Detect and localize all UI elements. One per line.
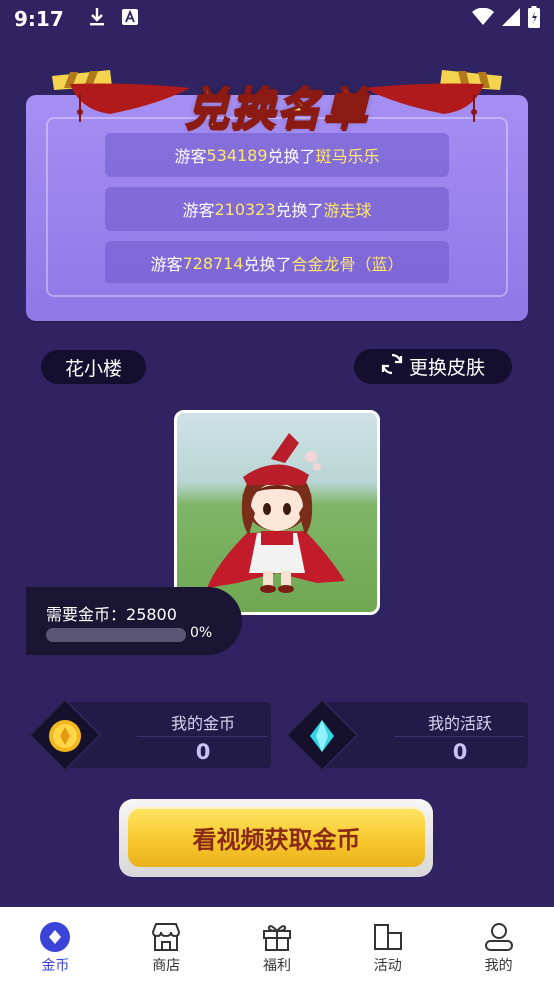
record-user-id: 534189	[206, 145, 268, 165]
coin-diamond-icon	[38, 921, 72, 953]
change-skin-button[interactable]: 更换皮肤	[354, 349, 512, 384]
divider	[394, 736, 524, 737]
need-progress-percent: 0%	[190, 625, 213, 641]
my-activity-label: 我的活跃	[427, 714, 492, 733]
nav-item-activity[interactable]: 活动	[332, 907, 443, 984]
exchange-record: 游客 210323 兑换了 游走球	[105, 187, 449, 231]
need-progress-bar	[46, 628, 186, 642]
exchange-record: 游客 534189 兑换了 斑马乐乐	[105, 133, 449, 177]
my-activity-value: 0	[452, 740, 468, 764]
character-figure	[207, 433, 345, 593]
record-action: 兑换了	[275, 201, 324, 220]
nav-label-welfare: 福利	[262, 958, 291, 974]
nav-item-coins[interactable]: 金币	[0, 907, 111, 984]
activity-icon	[371, 921, 405, 953]
record-prefix: 游客	[174, 147, 207, 166]
record-action: 兑换了	[243, 255, 292, 274]
record-user-id: 728714	[182, 253, 244, 273]
profile-icon	[482, 921, 516, 953]
nav-item-shop[interactable]: 商店	[111, 907, 222, 984]
status-bar: 9:17	[0, 0, 554, 38]
nav-label-shop: 商店	[152, 958, 181, 974]
nav-label-mine: 我的	[484, 958, 513, 974]
exchange-record: 游客 728714 兑换了 合金龙骨（蓝）	[105, 241, 449, 283]
gift-icon	[260, 921, 294, 953]
record-item: 合金龙骨（蓝）	[291, 255, 404, 274]
download-icon	[88, 7, 106, 31]
need-coins-panel: 需要金币：25800 0%	[26, 587, 242, 655]
exchange-record-list: 游客 534189 兑换了 斑马乐乐 游客 210323 兑换了 游走球 游客 …	[105, 133, 449, 283]
wifi-icon	[472, 7, 494, 30]
crystal-icon	[310, 720, 334, 752]
skin-name-label: 花小楼	[41, 350, 146, 384]
record-user-id: 210323	[214, 199, 276, 219]
record-action: 兑换了	[267, 147, 316, 166]
my-coins-value: 0	[195, 740, 211, 764]
need-coins-amount: 25800	[126, 605, 177, 624]
signal-icon	[502, 8, 520, 30]
nav-label-coins: 金币	[41, 958, 70, 974]
battery-icon	[528, 6, 540, 32]
need-coins-label: 需要金币：	[46, 605, 127, 624]
need-coins-text: 需要金币：25800	[46, 601, 177, 625]
nav-item-mine[interactable]: 我的	[443, 907, 554, 984]
divider	[137, 736, 267, 737]
change-skin-label: 更换皮肤	[408, 357, 485, 379]
record-item: 游走球	[323, 201, 372, 220]
record-prefix: 游客	[182, 201, 215, 220]
nav-item-welfare[interactable]: 福利	[222, 907, 333, 984]
bottom-nav: 金币 商店 福利 活动 我的	[0, 907, 554, 984]
shop-icon	[149, 921, 183, 953]
record-prefix: 游客	[150, 255, 183, 274]
watch-video-earn-coins-button[interactable]: 看视频获取金币	[128, 807, 425, 867]
skin-preview-card[interactable]	[174, 410, 380, 615]
status-time: 9:17	[14, 7, 64, 31]
gold-coin-icon	[49, 720, 81, 752]
nav-label-activity: 活动	[373, 958, 402, 974]
refresh-icon	[381, 353, 403, 380]
my-coins-label: 我的金币	[170, 714, 235, 733]
exchange-list-title: 兑换名单	[184, 83, 369, 136]
record-item: 斑马乐乐	[315, 147, 380, 166]
keyboard-a-icon	[121, 9, 138, 29]
